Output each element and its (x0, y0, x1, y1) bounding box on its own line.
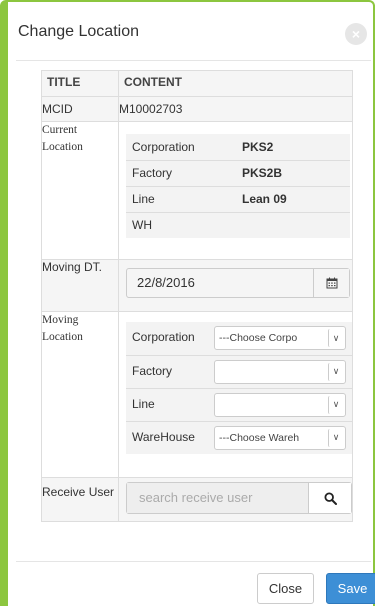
moving-warehouse-label: WareHouse (126, 420, 214, 454)
close-button[interactable]: Close (257, 573, 314, 604)
receive-user-label: Receive User (41, 477, 119, 522)
moving-dt-input[interactable]: 22/8/2016 (127, 269, 313, 297)
current-factory-label: Factory (126, 159, 236, 186)
save-button[interactable]: Save (326, 573, 375, 604)
moving-line-value (215, 394, 326, 416)
moving-corporation-select[interactable]: ---Choose Corpo ∨ (214, 326, 346, 350)
modal-frame: Change Location × TITLE CONTENT MCID M10… (0, 0, 375, 606)
chevron-down-icon[interactable]: ∨ (328, 395, 343, 414)
moving-warehouse-select[interactable]: ---Choose Wareh ∨ (214, 425, 346, 450)
mcid-value: M10002703 (118, 96, 353, 122)
close-icon[interactable]: × (345, 23, 367, 45)
moving-factory-value (215, 361, 326, 383)
chevron-down-icon[interactable]: ∨ (328, 329, 343, 347)
receive-user-field: search receive user (126, 482, 352, 514)
chevron-down-icon[interactable]: ∨ (328, 362, 343, 381)
moving-dt-label: Moving DT. (41, 259, 119, 312)
moving-corporation-label: Corporation (126, 322, 214, 355)
current-corporation-label: Corporation (126, 134, 236, 160)
mcid-label: MCID (41, 96, 119, 122)
receive-user-input[interactable]: search receive user (127, 483, 309, 513)
current-wh-label: WH (126, 211, 236, 238)
moving-factory-select[interactable]: ∨ (214, 359, 346, 384)
current-factory-value: PKS2B (236, 159, 350, 186)
header-title: TITLE (41, 70, 119, 97)
current-wh-value (236, 211, 350, 238)
moving-dt-cell: 22/8/2016 (118, 259, 353, 312)
moving-line-label: Line (126, 387, 214, 421)
moving-dt-field: 22/8/2016 (126, 268, 350, 298)
moving-location-table: Corporation ---Choose Corpo ∨ Factory ∨ L… (126, 322, 352, 454)
location-table: TITLE CONTENT MCID M10002703 Current Loc… (41, 70, 353, 522)
moving-warehouse-value: ---Choose Wareh (219, 431, 300, 444)
moving-corporation-value: ---Choose Corpo (219, 332, 298, 344)
current-location-label: Current Location (41, 121, 119, 260)
current-corporation-value: PKS2 (236, 134, 350, 160)
moving-factory-label: Factory (126, 354, 214, 388)
current-line-value: Lean 09 (236, 185, 350, 212)
moving-location-label: Moving Location (41, 311, 119, 478)
current-location-table: Corporation PKS2 Factory PKS2B Line Lean 09… (126, 134, 350, 238)
current-line-label: Line (126, 185, 236, 212)
chevron-down-icon[interactable]: ∨ (328, 428, 343, 447)
modal-header: Change Location × (16, 4, 371, 61)
moving-line-select[interactable]: ∨ (214, 392, 346, 417)
modal-footer: Close Save (16, 561, 375, 608)
search-icon[interactable] (309, 483, 351, 513)
calendar-icon[interactable] (313, 269, 349, 297)
header-content: CONTENT (118, 70, 353, 97)
moving-location-cell: Corporation ---Choose Corpo ∨ Factory ∨ L… (118, 311, 353, 478)
receive-user-cell: search receive user (118, 477, 353, 522)
current-location-cell: Corporation PKS2 Factory PKS2B Line Lean 09… (118, 121, 353, 260)
modal-title: Change Location (18, 23, 139, 40)
